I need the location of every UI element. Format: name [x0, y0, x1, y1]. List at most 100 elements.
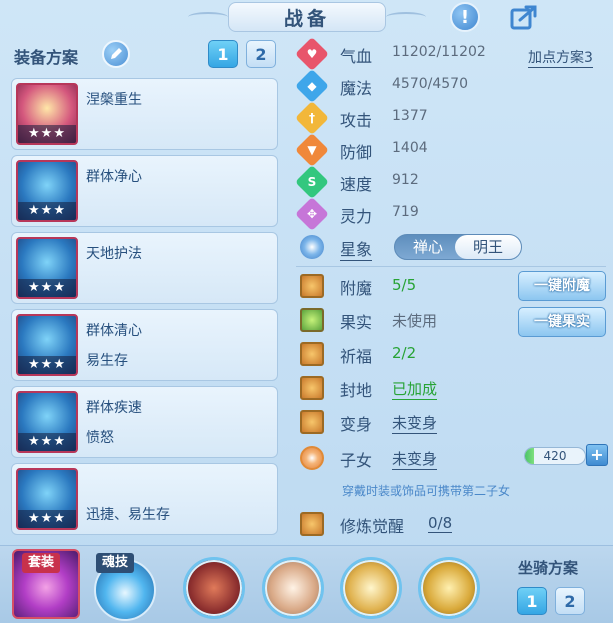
child-icon	[300, 446, 324, 470]
info-button[interactable]: !	[450, 2, 480, 32]
feature-row-fief: 封地 已加成	[298, 374, 613, 402]
header: 战备 !	[0, 0, 613, 36]
mount-plan-tab-2[interactable]: 2	[555, 587, 585, 615]
title-ornament-right	[386, 12, 426, 22]
sage-skill-button[interactable]	[418, 557, 480, 619]
awaken-icon	[300, 512, 324, 536]
feature-label: 子女	[340, 451, 373, 470]
child-exp-value: 420	[543, 449, 567, 463]
feature-label: 祈福	[340, 347, 373, 366]
stat-value: 4570/4570	[392, 76, 468, 92]
fruit-icon	[300, 308, 324, 332]
share-button[interactable]	[508, 2, 538, 32]
equipment-trait: 愤怒	[86, 430, 114, 446]
equipment-effect: 群体净心	[86, 169, 142, 185]
equipment-plan-tab-2[interactable]: 2	[246, 40, 276, 68]
armor-equipment-icon: ★★★	[16, 237, 78, 299]
suit-tag: 套装	[22, 553, 61, 573]
feature-value-link[interactable]: 未变身	[392, 412, 438, 434]
divider	[296, 266, 606, 267]
boots-equipment-icon: ★★★	[16, 468, 78, 530]
mana-icon: ◆	[295, 69, 329, 103]
equipment-card[interactable]: ★★★ 天地护法	[11, 232, 278, 304]
equipment-trait: 易生存	[86, 353, 128, 369]
soul-skill-tag: 魂技	[96, 553, 135, 573]
feature-label: 果实	[340, 313, 373, 332]
constellation-toggle[interactable]: 禅心 明王	[394, 234, 522, 260]
equipment-card[interactable]: ★★★ 群体清心 易生存	[11, 309, 278, 381]
constellation-icon	[300, 235, 324, 259]
equipment-effect: 群体清心	[86, 323, 142, 339]
child-exp-bar: 420	[524, 447, 586, 465]
stat-row-mp: ◆ 魔法 4570/4570	[295, 69, 608, 103]
stat-row-defense: ▼ 防御 1404	[295, 133, 608, 167]
add-button[interactable]: +	[586, 444, 608, 466]
stat-value: 912	[392, 172, 419, 188]
feature-label: 封地	[340, 381, 373, 400]
stat-row-speed: S 速度 912	[295, 165, 608, 199]
stat-value: 11202/11202	[392, 44, 486, 60]
equipment-plan-title: 装备方案	[14, 48, 79, 67]
star-rating: ★★★	[18, 202, 76, 220]
hand-skill-button[interactable]	[262, 557, 324, 619]
pen-icon	[111, 48, 122, 59]
equipment-effect: 群体疾速	[86, 400, 142, 416]
feature-label: 附魔	[340, 279, 373, 298]
stat-value: 1377	[392, 108, 428, 124]
enchant-icon	[300, 274, 324, 298]
feature-row-awaken: 修炼觉醒 0/8	[298, 510, 613, 538]
constellation-option-mingwang[interactable]: 明王	[455, 235, 521, 259]
stat-label: 攻击	[340, 111, 373, 130]
star-rating: ★★★	[18, 510, 76, 528]
child-hint-text: 穿戴时装或饰品可携带第二子女	[342, 484, 511, 498]
spirit-icon: ✥	[295, 197, 329, 231]
stat-label: 灵力	[340, 207, 373, 226]
stat-row-attack: † 攻击 1377	[295, 101, 608, 135]
constellation-option-chanxin[interactable]: 禅心	[401, 235, 455, 259]
stat-label: 速度	[340, 175, 373, 194]
equipment-effect: 天地护法	[86, 246, 142, 262]
feature-value-link[interactable]: 0/8	[428, 514, 453, 533]
star-rating: ★★★	[18, 433, 76, 451]
feature-value-link[interactable]: 未变身	[392, 448, 438, 470]
exclamation-icon: !	[460, 6, 470, 28]
mount-plan-tab-1[interactable]: 1	[517, 587, 547, 615]
equipment-card[interactable]: ★★★ 群体疾速 愤怒	[11, 386, 278, 458]
fief-icon	[300, 376, 324, 400]
heart-icon: ♥	[295, 37, 329, 71]
feature-row-bless: 祈福 2/2	[298, 340, 613, 368]
shield-icon: ▼	[295, 133, 329, 167]
constellation-row: 星象 禅心 明王	[298, 234, 608, 261]
stat-label: 魔法	[340, 79, 373, 98]
feature-row-transform: 变身 未变身	[298, 408, 613, 436]
share-icon	[510, 5, 537, 30]
feature-label: 变身	[340, 415, 373, 434]
equipment-card[interactable]: ★★★ 迅捷、易生存	[11, 463, 278, 535]
star-rating: ★★★	[18, 356, 76, 374]
equipment-card[interactable]: ★★★ 群体净心	[11, 155, 278, 227]
necklace-equipment-icon: ★★★	[16, 314, 78, 376]
constellation-label[interactable]: 星象	[340, 236, 373, 261]
phoenix-equipment-icon: ★★★	[16, 83, 78, 145]
helmet-equipment-icon: ★★★	[16, 160, 78, 222]
title-ornament-left	[188, 12, 228, 22]
star-rating: ★★★	[18, 279, 76, 297]
feature-label: 修炼觉醒	[340, 517, 405, 536]
stat-label: 防御	[340, 143, 373, 162]
stat-row-hp: ♥ 气血 11202/11202	[295, 37, 608, 71]
stat-label: 气血	[340, 47, 373, 66]
one-click-enchant-button[interactable]: 一键附魔	[518, 271, 606, 301]
beast-skill-button[interactable]	[183, 557, 245, 619]
equipment-plan-tab-1[interactable]: 1	[208, 40, 238, 68]
sword-icon: †	[295, 101, 329, 135]
feature-value-link[interactable]: 已加成	[392, 378, 438, 400]
equipment-effect: 涅槃重生	[86, 92, 142, 108]
edit-plan-button[interactable]	[102, 40, 130, 68]
equipment-card[interactable]: ★★★ 涅槃重生	[11, 78, 278, 150]
belt-equipment-icon: ★★★	[16, 391, 78, 453]
star-rating: ★★★	[18, 125, 76, 143]
feature-value: 未使用	[392, 312, 438, 330]
mount-plan-title: 坐骑方案	[518, 559, 579, 577]
one-click-fruit-button[interactable]: 一键果实	[518, 307, 606, 337]
warrior-skill-button[interactable]	[340, 557, 402, 619]
